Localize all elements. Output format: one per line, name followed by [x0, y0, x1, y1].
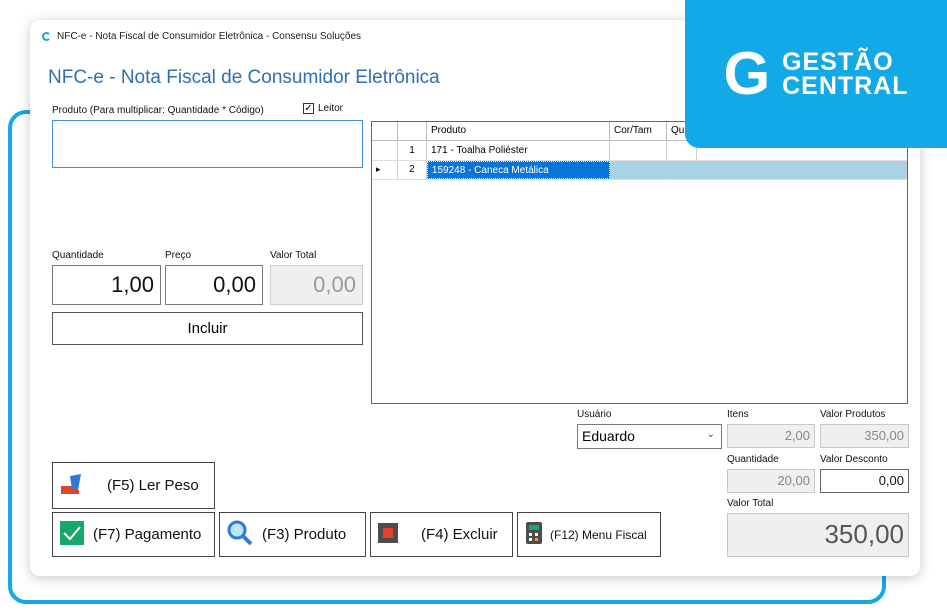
- row-number: 2: [398, 161, 427, 179]
- produto-label: Produto (Para multiplicar: Quantidade * …: [52, 105, 264, 116]
- check-icon: [59, 520, 85, 550]
- delete-icon: [377, 522, 399, 548]
- leitor-checkbox[interactable]: ✓: [303, 103, 314, 114]
- pagamento-label: (F7) Pagamento: [93, 526, 202, 543]
- chevron-down-icon: ⌄: [706, 429, 715, 440]
- menu-fiscal-button[interactable]: (F12) Menu Fiscal: [517, 512, 661, 557]
- brand-badge: G GESTÃO CENTRAL: [685, 0, 947, 148]
- valor-total-item-field: 0,00: [270, 265, 363, 305]
- screen: NFC-e - Nota Fiscal de Consumidor Eletrô…: [0, 0, 947, 610]
- menu-fiscal-label: (F12) Menu Fiscal: [550, 527, 647, 542]
- row-cor-tam: [610, 142, 667, 160]
- excluir-button[interactable]: (F4) Excluir: [370, 512, 513, 557]
- produto-input[interactable]: [52, 120, 363, 168]
- itens-field: 2,00: [727, 424, 815, 448]
- leitor-label: Leitor: [318, 103, 344, 114]
- valor-produtos-label: Valor Produtos: [820, 409, 886, 420]
- row-marker: [372, 142, 398, 160]
- table-row-selected[interactable]: ▸ 2 159248 - Caneca Metálica: [372, 161, 907, 180]
- valor-total-item-label: Valor Total: [270, 250, 317, 261]
- quantidade-label: Quantidade: [52, 250, 104, 261]
- page-title: NFC-e - Nota Fiscal de Consumidor Eletrô…: [48, 67, 440, 88]
- row-produto: 171 - Toalha Poliéster: [427, 142, 610, 160]
- brand-line1: GESTÃO: [782, 48, 894, 76]
- row-cor-tam: [609, 161, 667, 179]
- produto-button[interactable]: (F3) Produto: [219, 512, 366, 557]
- valor-total-field: 350,00: [727, 513, 909, 557]
- usuario-select[interactable]: Eduardo ⌄: [577, 424, 722, 449]
- items-grid: Produto Cor/Tam Qu 1 171 - Toalha Poliés…: [371, 121, 908, 404]
- window-title: NFC-e - Nota Fiscal de Consumidor Eletrô…: [57, 31, 362, 42]
- brand-g-icon: G: [723, 40, 771, 107]
- app-logo-icon: [42, 32, 51, 41]
- pagamento-button[interactable]: (F7) Pagamento: [52, 512, 215, 557]
- scale-icon: [59, 472, 85, 500]
- row-produto: 159248 - Caneca Metálica: [426, 161, 610, 179]
- preco-label: Preço: [165, 250, 192, 261]
- incluir-button[interactable]: Incluir: [52, 312, 363, 345]
- calculator-icon: [524, 521, 544, 548]
- brand-line2: CENTRAL: [782, 72, 909, 100]
- quantidade-input[interactable]: 1,00: [52, 265, 161, 305]
- excluir-label: (F4) Excluir: [421, 526, 498, 543]
- brand-text: GESTÃO CENTRAL: [782, 48, 909, 100]
- valor-produtos-field: 350,00: [820, 424, 909, 448]
- produto-label: (F3) Produto: [262, 526, 347, 543]
- row-number: 1: [398, 142, 427, 160]
- grid-header-num: [398, 122, 427, 140]
- row-rest: [666, 161, 907, 179]
- quantidade-total-field: 20,00: [727, 469, 815, 493]
- valor-desconto-label: Valor Desconto: [820, 454, 888, 465]
- grid-header-cor-tam[interactable]: Cor/Tam: [610, 122, 667, 140]
- quantidade-total-label: Quantidade: [727, 454, 779, 465]
- usuario-value: Eduardo: [582, 428, 635, 444]
- itens-label: Itens: [727, 409, 749, 420]
- ler-peso-button[interactable]: (F5) Ler Peso: [52, 462, 215, 509]
- valor-desconto-input[interactable]: 0,00: [820, 469, 909, 493]
- ler-peso-label: (F5) Ler Peso: [107, 477, 199, 494]
- grid-header-produto[interactable]: Produto: [427, 122, 610, 140]
- row-marker: ▸: [372, 161, 398, 179]
- valor-total-label: Valor Total: [727, 498, 774, 509]
- preco-input[interactable]: 0,00: [165, 265, 263, 305]
- search-icon: [226, 519, 254, 551]
- usuario-label: Usuário: [577, 409, 612, 420]
- grid-header-marker: [372, 122, 398, 140]
- title-bar: NFC-e - Nota Fiscal de Consumidor Eletrô…: [42, 31, 361, 42]
